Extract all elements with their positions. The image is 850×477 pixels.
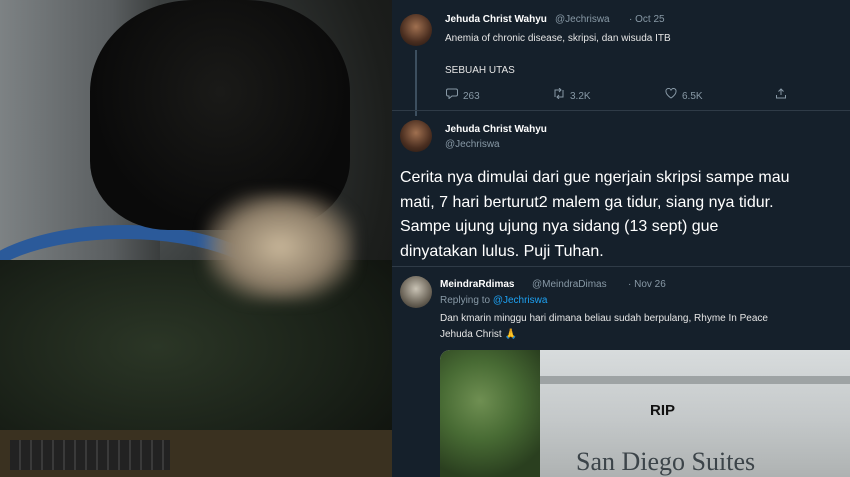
photo-sign-text: San Diego Suites <box>576 447 756 476</box>
reply-count: 263 <box>463 91 480 102</box>
avatar[interactable] <box>400 120 432 152</box>
tweet-body: Cerita nya dimulai dari gue ngerjain skr… <box>400 166 848 264</box>
author-handle[interactable]: @Jechriswa <box>555 14 610 25</box>
tweet-body-line: mati, 7 hari berturut2 malem ga tidur, s… <box>400 193 774 211</box>
author-handle[interactable]: @Jechriswa <box>445 139 500 150</box>
avatar[interactable] <box>400 14 432 46</box>
tweet-text-line: SEBUAH UTAS <box>445 65 515 76</box>
thread-line <box>415 50 417 116</box>
share-icon <box>774 88 788 102</box>
author-name[interactable]: Jehuda Christ Wahyu <box>445 124 547 135</box>
author-handle[interactable]: @MeindraDimas <box>532 279 607 290</box>
tweet-feed: Jehuda Christ Wahyu @Jechriswa · Oct 25 … <box>392 0 850 477</box>
photo-rip-text: RIP <box>650 402 676 419</box>
photo-ledge <box>540 376 850 384</box>
replying-to-link[interactable]: @Jechriswa <box>493 295 548 306</box>
retweet-count: 3.2K <box>570 91 591 102</box>
replying-prefix: Replying to <box>440 295 491 306</box>
reply-text-line: Jehuda Christ 🙏 <box>440 329 517 340</box>
avatar[interactable] <box>400 276 432 308</box>
tweet-body-line: Sampe ujung ujung nya sidang (13 sept) g… <box>400 218 719 235</box>
tweet-date[interactable]: · Nov 26 <box>628 279 666 290</box>
photo-keyboard <box>10 440 170 470</box>
photo-plant <box>440 350 540 477</box>
retweet-button[interactable]: 3.2K <box>552 87 591 102</box>
tweet-divider <box>392 266 850 267</box>
tweet-date[interactable]: · Oct 25 <box>629 14 665 25</box>
tweet-text-line: Anemia of chronic disease, skripsi, dan … <box>445 33 671 44</box>
tweet-body-line: dinyatakan lulus. Puji Tuhan. <box>400 242 604 260</box>
retweet-icon <box>552 87 566 102</box>
background-photo <box>0 0 392 477</box>
reply-icon <box>445 88 459 102</box>
heart-icon <box>664 87 678 102</box>
author-name[interactable]: MeindraRdimas <box>440 279 514 290</box>
replying-to-label: Replying to @Jechriswa <box>440 295 547 306</box>
photo-blurred-face <box>205 192 355 302</box>
share-button[interactable] <box>774 88 792 102</box>
like-count: 6.5K <box>682 91 703 102</box>
reply-button[interactable]: 263 <box>445 88 480 102</box>
like-button[interactable]: 6.5K <box>664 87 703 102</box>
reply-text-line: Dan kmarin minggu hari dimana beliau sud… <box>440 313 768 324</box>
author-name[interactable]: Jehuda Christ Wahyu <box>445 14 547 25</box>
tweet-divider <box>392 110 850 111</box>
tweet-body-line: Cerita nya dimulai dari gue ngerjain skr… <box>400 169 790 186</box>
